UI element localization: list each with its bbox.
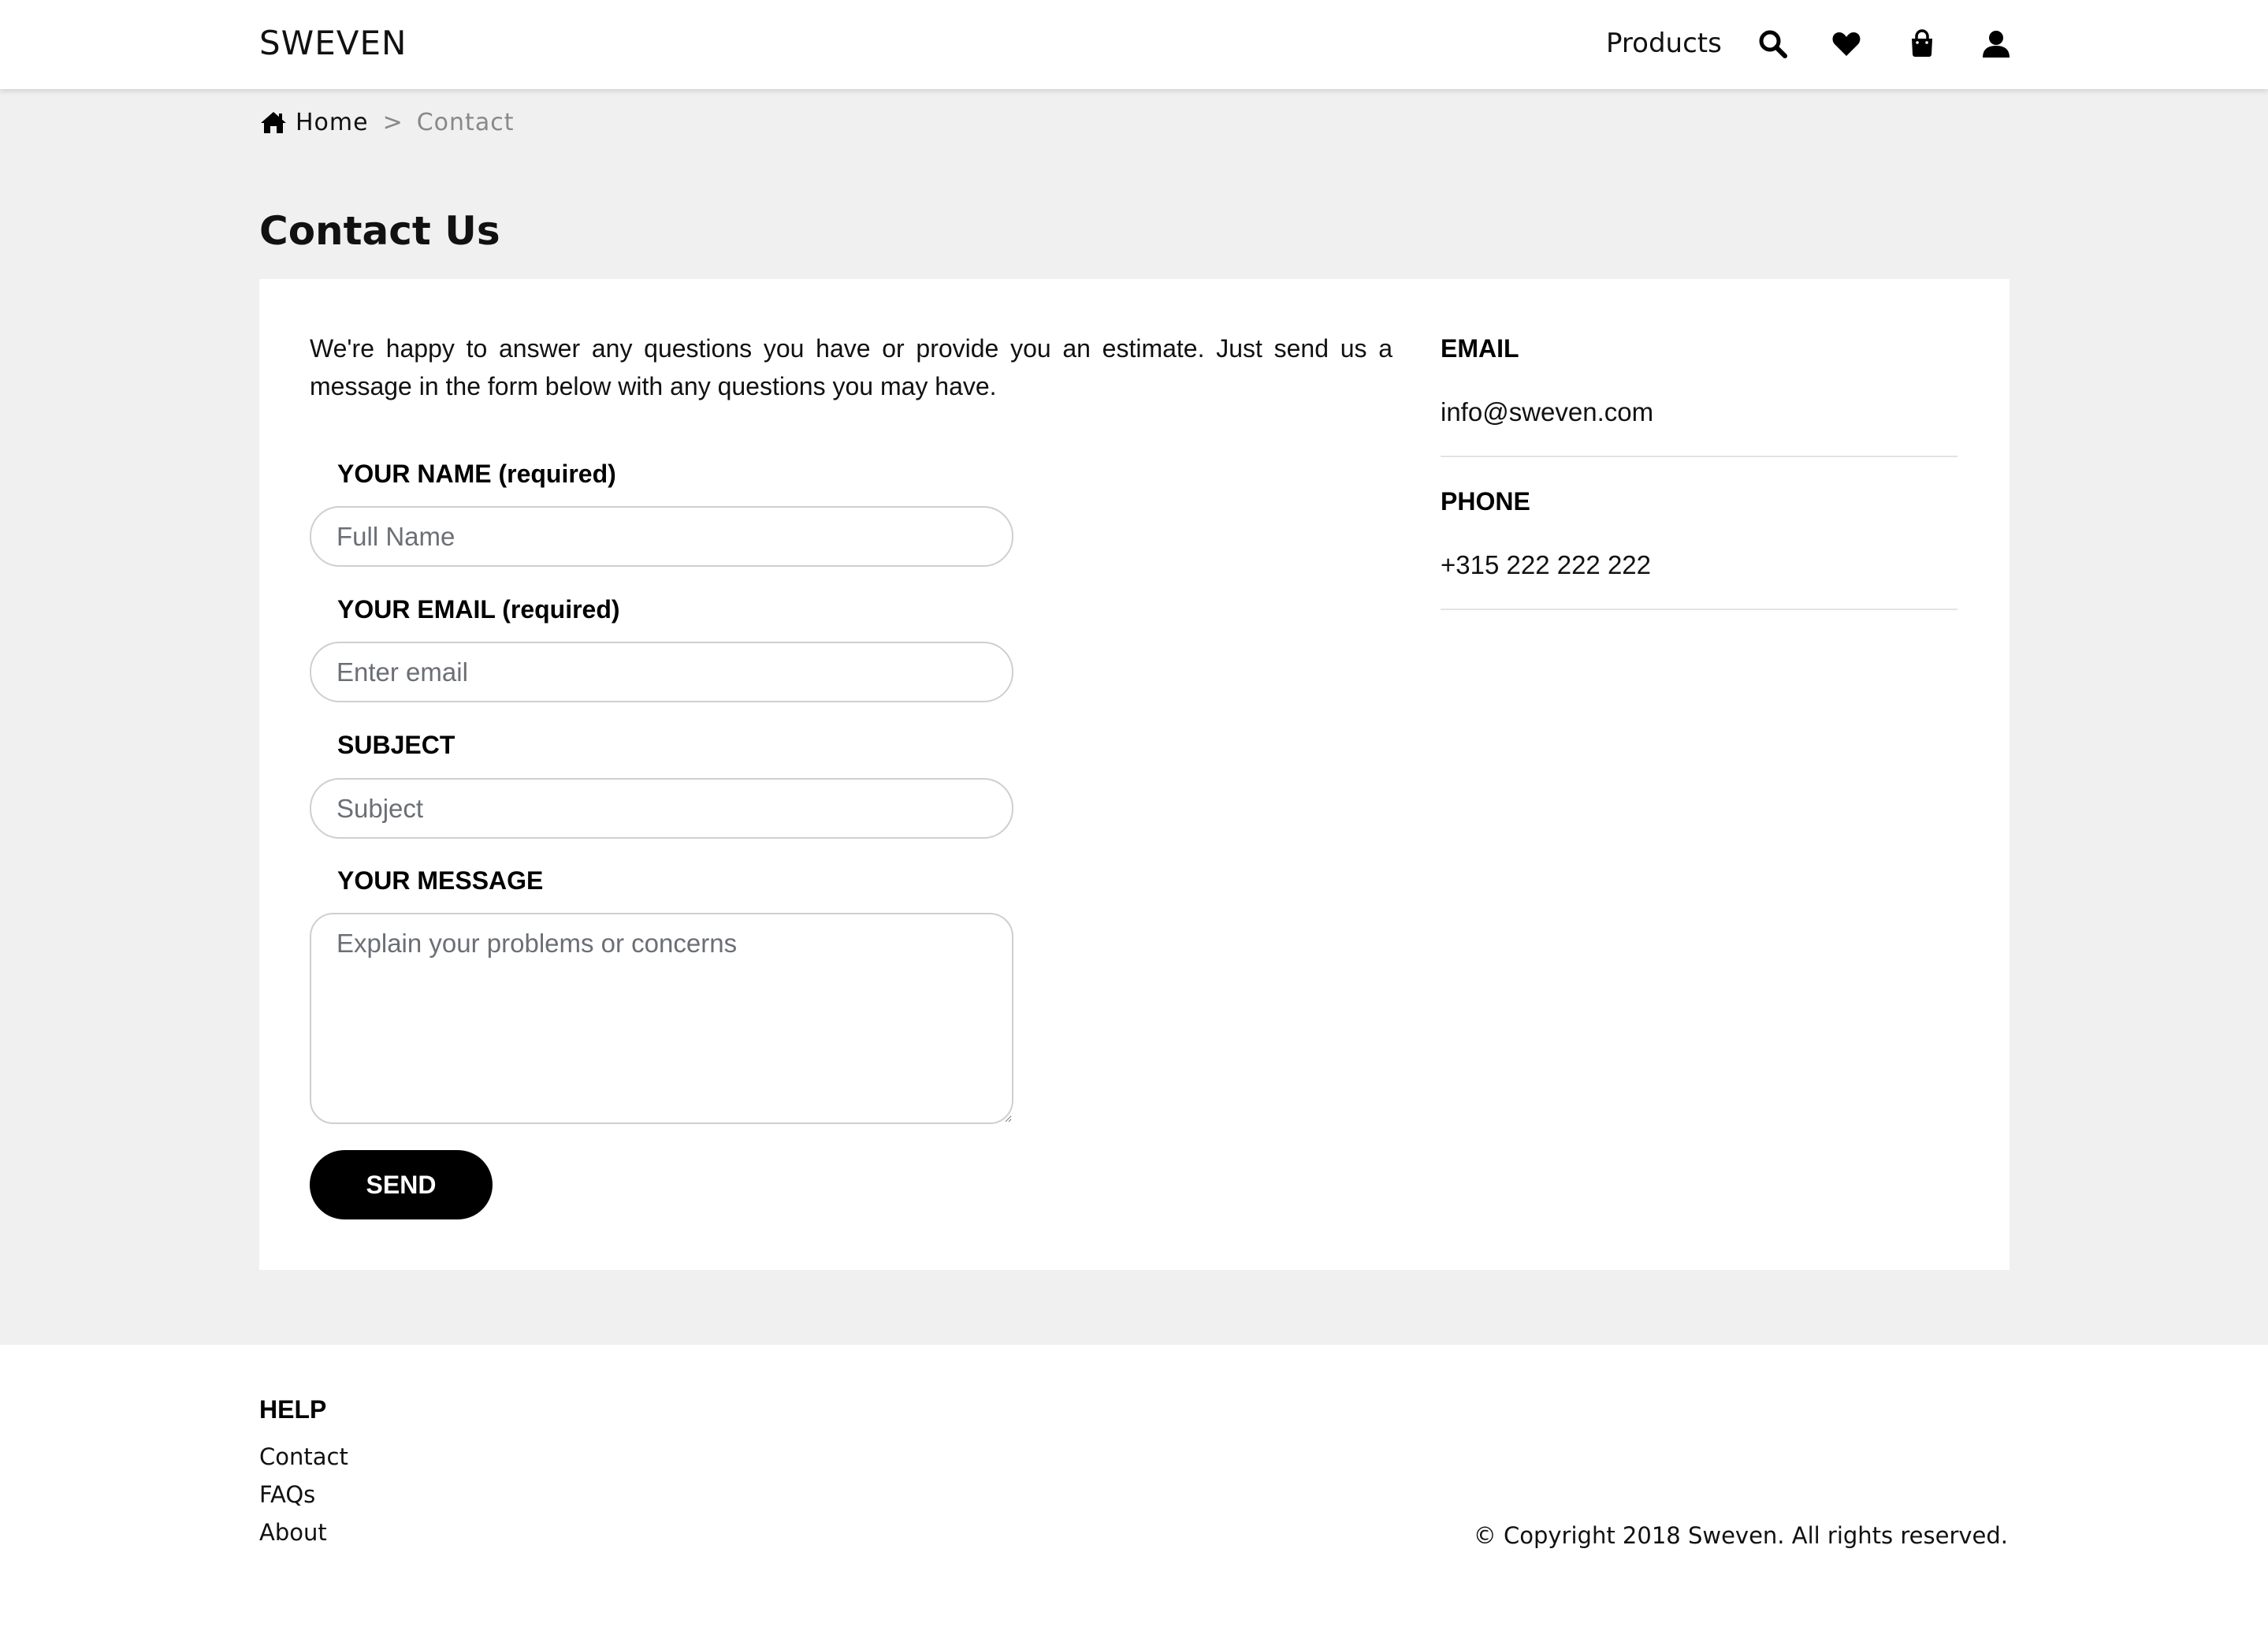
user-icon[interactable]: [1980, 28, 2012, 60]
info-divider: [1441, 609, 1958, 610]
message-label: YOUR MESSAGE: [337, 866, 544, 895]
info-divider: [1441, 456, 1958, 457]
send-button[interactable]: SEND: [310, 1150, 493, 1219]
phone-info-title: PHONE: [1441, 487, 1530, 516]
phone-info-value[interactable]: +315 222 222 222: [1441, 549, 1958, 582]
footer-link-faqs[interactable]: FAQs: [259, 1479, 315, 1510]
breadcrumb-current: Contact: [416, 108, 515, 136]
name-input[interactable]: [310, 506, 1013, 567]
search-icon[interactable]: [1757, 28, 1789, 60]
copyright-text: © Copyright 2018 Sweven. All rights rese…: [1473, 1522, 2008, 1549]
email-info-title: EMAIL: [1441, 334, 1519, 363]
breadcrumb: Home > Contact: [259, 106, 514, 138]
shopping-bag-icon[interactable]: [1906, 28, 1938, 60]
message-textarea[interactable]: [310, 913, 1013, 1124]
subject-input[interactable]: [310, 778, 1013, 839]
breadcrumb-home-link[interactable]: Home: [296, 109, 369, 136]
footer-help-heading: HELP: [259, 1395, 327, 1424]
phone-info: PHONE +315 222 222 222: [1441, 486, 1958, 582]
name-label: YOUR NAME (required): [337, 460, 616, 488]
heart-icon[interactable]: [1831, 28, 1862, 60]
intro-text: We're happy to answer any questions you …: [310, 334, 1392, 400]
top-navbar: SWEVEN Products: [0, 0, 2268, 89]
email-label: YOUR EMAIL (required): [337, 595, 620, 624]
footer-link-about[interactable]: About: [259, 1517, 327, 1548]
subject-label: SUBJECT: [337, 731, 455, 759]
contact-card: We're happy to answer any questions you …: [259, 279, 2010, 1270]
breadcrumb-separator: >: [382, 108, 403, 136]
brand-logo[interactable]: SWEVEN: [259, 24, 407, 63]
email-input[interactable]: [310, 642, 1013, 702]
home-icon[interactable]: [259, 110, 288, 135]
footer-link-contact[interactable]: Contact: [259, 1441, 348, 1472]
page-title: Contact Us: [259, 208, 500, 254]
email-info: EMAIL info@sweven.com: [1441, 333, 1958, 429]
footer: HELP Contact FAQs About © Copyright 2018…: [0, 1345, 2268, 1627]
email-info-value[interactable]: info@sweven.com: [1441, 396, 1958, 429]
nav-products-link[interactable]: Products: [1606, 25, 1722, 61]
